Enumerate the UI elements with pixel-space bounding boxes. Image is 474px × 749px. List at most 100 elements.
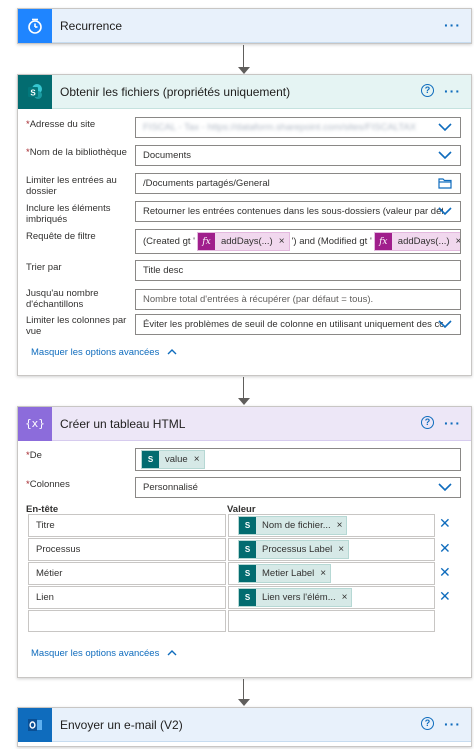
delete-row-icon[interactable]: ✕ <box>439 516 451 530</box>
recurrence-card[interactable]: Recurrence ··· <box>17 8 472 44</box>
site-address-value: FISCAL - Tax - https://dataform.sharepoi… <box>143 122 417 133</box>
top-count-placeholder: Nombre total d'entrées à récupérer (par … <box>143 294 374 305</box>
limit-columns-value: Éviter les problèmes de seuil de colonne… <box>143 319 443 330</box>
chevron-down-icon <box>438 483 452 492</box>
delete-row-icon[interactable]: ✕ <box>439 565 451 579</box>
columns-dropdown[interactable]: Personnalisé <box>135 477 461 498</box>
recurrence-header[interactable]: Recurrence ··· <box>18 8 471 43</box>
filter-query-row: Requête de filtre (Created gt ' fx addDa… <box>26 229 461 255</box>
expression-token[interactable]: fx addDays(...) × <box>196 232 290 251</box>
get-files-header[interactable]: S Obtenir les fichiers (propriétés uniqu… <box>18 74 471 109</box>
from-token-label: value <box>165 454 188 465</box>
new-header-cell[interactable] <box>28 610 226 632</box>
limit-folder-input[interactable]: /Documents partagés/General <box>135 173 461 194</box>
remove-token-icon[interactable]: × <box>194 454 200 465</box>
header-cell-text: Métier <box>36 568 63 579</box>
nested-items-label: Inclure les éléments imbriqués <box>26 203 111 225</box>
remove-token-icon[interactable]: × <box>342 592 348 603</box>
header-cell[interactable]: Métier <box>28 562 226 585</box>
order-by-value: Title desc <box>143 265 184 276</box>
html-table-title: Créer un tableau HTML <box>60 416 186 431</box>
from-label: De <box>29 450 42 461</box>
value-token-label: Processus Label <box>262 544 333 555</box>
from-input[interactable]: S value × <box>135 448 461 471</box>
help-icon[interactable]: ? <box>421 416 434 429</box>
header-cell-text: Processus <box>36 544 81 555</box>
connector-line <box>243 45 244 69</box>
dynamic-content-token[interactable]: S Metier Label × <box>238 564 332 583</box>
header-cell[interactable]: Titre <box>28 514 226 537</box>
chevron-down-icon <box>438 320 452 329</box>
site-address-dropdown[interactable]: FISCAL - Tax - https://dataform.sharepoi… <box>135 117 461 138</box>
sharepoint-icon: S <box>239 541 256 558</box>
from-row: *De S value × <box>26 448 461 472</box>
delete-row-icon[interactable]: ✕ <box>439 541 451 555</box>
send-email-header[interactable]: Envoyer un e-mail (V2) ? ··· <box>18 707 471 742</box>
value-cell[interactable]: S Metier Label × <box>228 562 435 585</box>
site-address-row: *Adresse du site FISCAL - Tax - https://… <box>26 117 461 139</box>
html-table-card[interactable]: {x} Créer un tableau HTML ? ··· *De S va… <box>17 406 472 678</box>
order-by-row: Trier par Title desc <box>26 260 461 284</box>
nested-items-dropdown[interactable]: Retourner les entrées contenues dans les… <box>135 201 461 222</box>
columns-label: Colonnes <box>29 479 70 490</box>
get-files-title: Obtenir les fichiers (propriétés uniquem… <box>60 84 291 99</box>
remove-token-icon[interactable]: × <box>320 568 326 579</box>
dynamic-content-token[interactable]: S Lien vers l'élém... × <box>238 588 353 607</box>
columns-value: Personnalisé <box>143 482 198 493</box>
library-label: Nom de la bibliothèque <box>29 147 127 158</box>
recurrence-more-button[interactable]: ··· <box>444 17 461 33</box>
hide-advanced-options-link[interactable]: Masquer les options avancées <box>31 347 177 358</box>
dynamic-content-token[interactable]: S Nom de fichier... × <box>238 516 348 535</box>
html-table-more-button[interactable]: ··· <box>444 415 461 431</box>
html-table-header[interactable]: {x} Créer un tableau HTML ? ··· <box>18 406 471 441</box>
outlook-icon <box>18 707 52 742</box>
remove-token-icon[interactable]: × <box>337 520 343 531</box>
dynamic-content-token[interactable]: S Processus Label × <box>238 540 350 559</box>
remove-token-icon[interactable]: × <box>338 544 344 555</box>
arrow-down-icon <box>238 67 250 74</box>
delete-row-icon[interactable]: ✕ <box>439 589 451 603</box>
hide-advanced-options-link[interactable]: Masquer les options avancées <box>31 648 177 659</box>
library-dropdown[interactable]: Documents <box>135 145 461 166</box>
header-cell[interactable]: Lien <box>28 586 226 609</box>
chevron-down-icon <box>438 151 452 160</box>
folder-icon[interactable] <box>438 177 452 189</box>
new-value-cell[interactable] <box>228 610 435 632</box>
limit-folder-label: Limiter les entrées au dossier <box>26 175 117 197</box>
sharepoint-icon: S <box>18 74 52 109</box>
connector-line <box>243 377 244 399</box>
value-cell[interactable]: S Processus Label × <box>228 538 435 561</box>
order-by-input[interactable]: Title desc <box>135 260 461 281</box>
expression-token[interactable]: fx addDays(...) × <box>373 232 460 251</box>
sharepoint-icon: S <box>239 565 256 582</box>
limit-folder-value: /Documents partagés/General <box>143 178 270 189</box>
hide-advanced-options-label: Masquer les options avancées <box>31 347 160 358</box>
clock-icon <box>18 8 52 43</box>
remove-token-icon[interactable]: × <box>456 236 460 247</box>
sharepoint-icon: S <box>142 451 159 468</box>
limit-columns-dropdown[interactable]: Éviter les problèmes de seuil de colonne… <box>135 314 461 335</box>
send-email-card[interactable]: Envoyer un e-mail (V2) ? ··· <box>17 707 472 747</box>
chevron-down-icon <box>438 207 452 216</box>
top-count-input[interactable]: Nombre total d'entrées à récupérer (par … <box>135 289 461 310</box>
header-cell[interactable]: Processus <box>28 538 226 561</box>
value-token-label: Metier Label <box>262 568 315 579</box>
nested-items-row: Inclure les éléments imbriqués Retourner… <box>26 201 461 225</box>
value-cell[interactable]: S Lien vers l'élém... × <box>228 586 435 609</box>
remove-token-icon[interactable]: × <box>279 236 285 247</box>
dynamic-content-token[interactable]: S value × <box>141 450 205 469</box>
get-files-more-button[interactable]: ··· <box>444 83 461 99</box>
help-icon[interactable]: ? <box>421 84 434 97</box>
limit-columns-label: Limiter les colonnes par vue <box>26 315 127 337</box>
library-value: Documents <box>143 150 192 161</box>
filter-query-input[interactable]: (Created gt ' fx addDays(...) × ') and (… <box>135 229 461 254</box>
columns-row: *Colonnes Personnalisé <box>26 477 461 501</box>
top-count-label: Jusqu'au nombre d'échantillons <box>26 288 99 310</box>
help-icon[interactable]: ? <box>421 717 434 730</box>
get-files-card[interactable]: S Obtenir les fichiers (propriétés uniqu… <box>17 74 472 376</box>
fx-icon: fx <box>374 233 392 250</box>
value-cell[interactable]: S Nom de fichier... × <box>228 514 435 537</box>
send-email-more-button[interactable]: ··· <box>444 716 461 732</box>
arrow-down-icon <box>238 699 250 706</box>
header-cell-text: Lien <box>36 592 54 603</box>
